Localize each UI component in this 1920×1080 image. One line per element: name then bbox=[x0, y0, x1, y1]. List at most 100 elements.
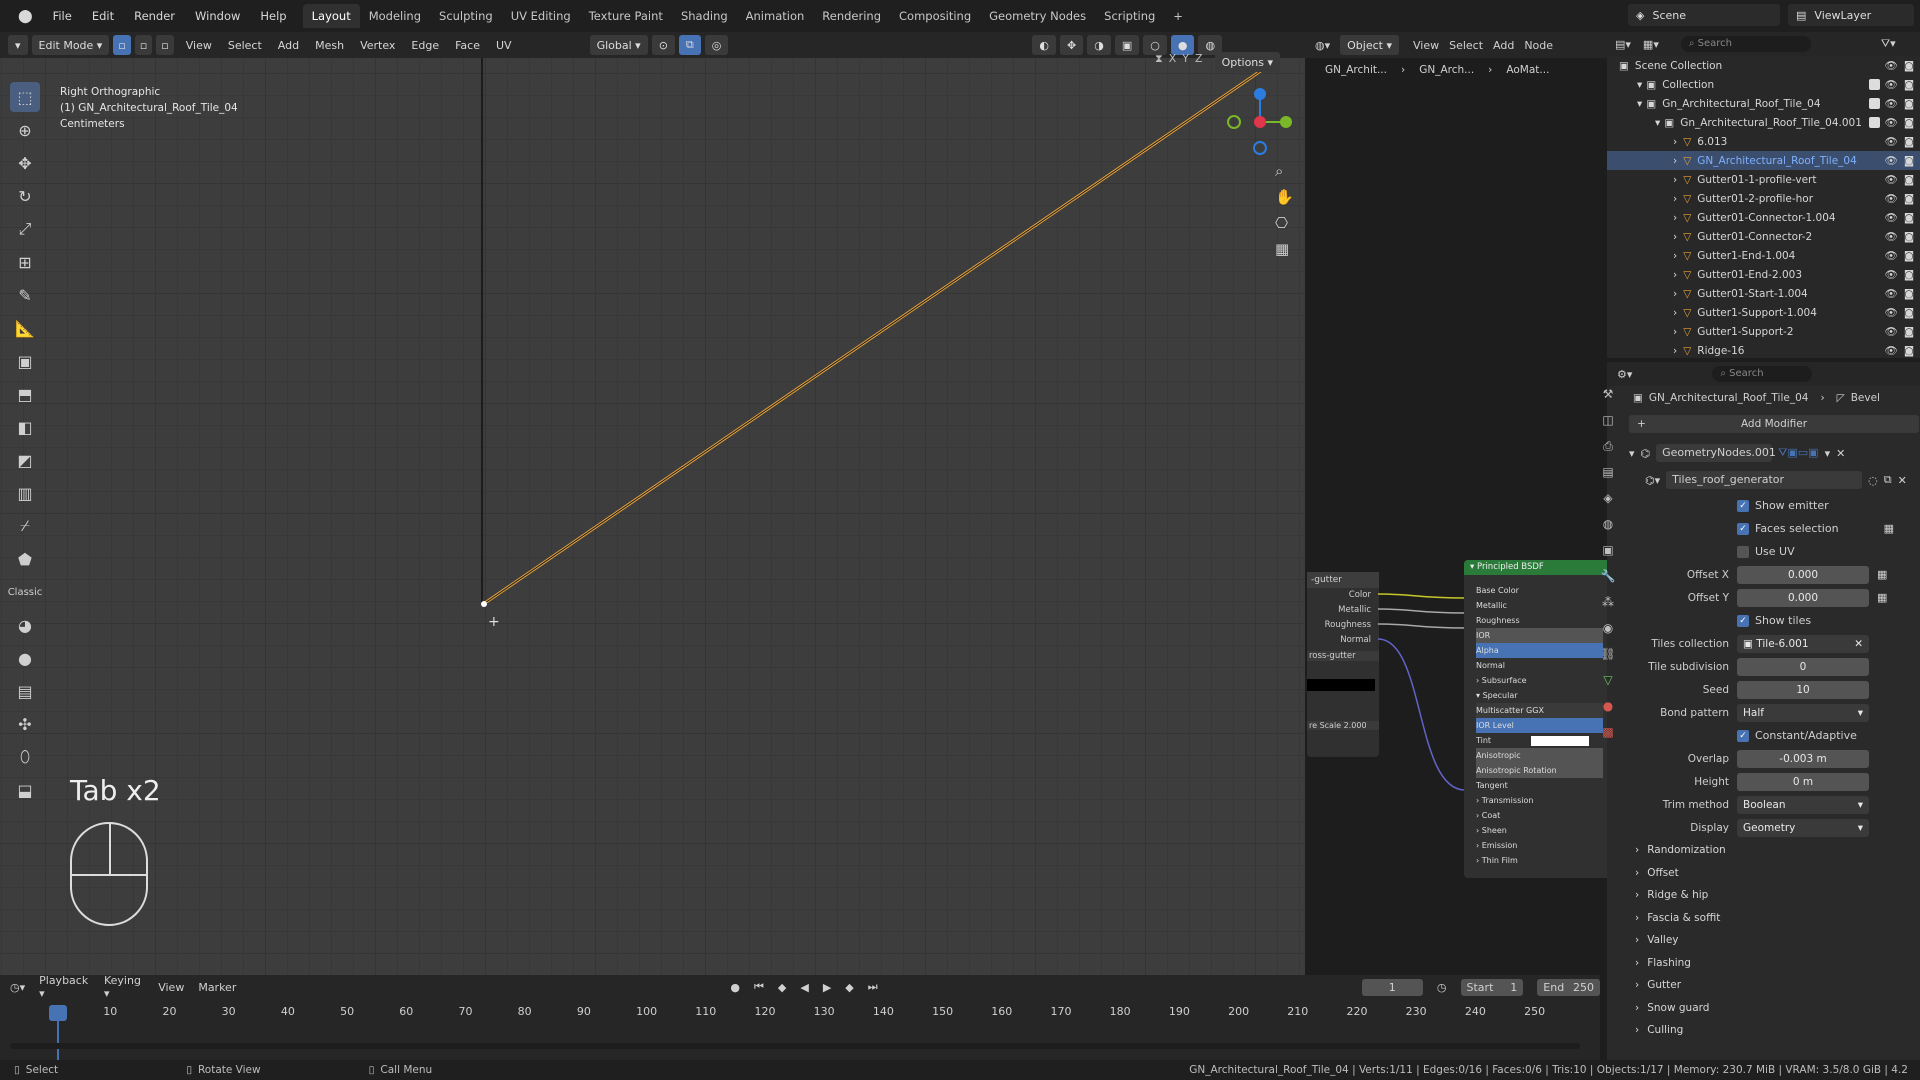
outliner-row[interactable]: ▾ ▣ Collection 👁 ◙ bbox=[1607, 75, 1920, 94]
render-camera-icon[interactable]: ◙ bbox=[1904, 269, 1914, 281]
panel-ridge-hip[interactable]: › Ridge & hip bbox=[1607, 884, 1920, 907]
tab-animation[interactable]: Animation bbox=[737, 4, 814, 28]
classic-tools-icon[interactable]: Classic bbox=[8, 577, 43, 607]
expand-icon[interactable]: ▾ bbox=[1637, 79, 1642, 91]
particles-tab-icon[interactable]: ⁂ bbox=[1600, 594, 1616, 610]
tab-texture-paint[interactable]: Texture Paint bbox=[580, 4, 672, 28]
tab-compositing[interactable]: Compositing bbox=[890, 4, 980, 28]
tool-tab-icon[interactable]: ⚒ bbox=[1600, 386, 1616, 402]
node-menu-select[interactable]: Select bbox=[1449, 39, 1483, 52]
menu-view[interactable]: View bbox=[178, 39, 220, 52]
current-frame-field[interactable]: 1 bbox=[1361, 978, 1423, 996]
blender-logo-icon[interactable]: ⬤ bbox=[8, 9, 43, 24]
bevel-tool-icon[interactable]: ◩ bbox=[10, 445, 40, 475]
bsdf-roughness[interactable]: Roughness bbox=[1476, 613, 1607, 628]
bsdf-coat[interactable]: › Coat bbox=[1476, 808, 1607, 823]
snap-icon[interactable]: ⧉ bbox=[678, 35, 701, 55]
overlay-icon[interactable]: ◑ bbox=[1087, 35, 1111, 55]
bsdf-transmission[interactable]: › Transmission bbox=[1476, 793, 1607, 808]
menu-vertex[interactable]: Vertex bbox=[352, 39, 403, 52]
exclude-checkbox-icon[interactable] bbox=[1869, 79, 1880, 90]
expand-icon[interactable]: › bbox=[1673, 212, 1677, 224]
zoom-icon[interactable]: ⌕ bbox=[1275, 162, 1294, 180]
menu-edge[interactable]: Edge bbox=[403, 39, 447, 52]
axis-neg-z-icon[interactable] bbox=[1253, 141, 1267, 155]
pivot-icon[interactable]: ⊙ bbox=[651, 35, 675, 55]
render-camera-icon[interactable]: ◙ bbox=[1904, 117, 1914, 129]
render-camera-icon[interactable]: ◙ bbox=[1904, 250, 1914, 262]
bsdf-tangent[interactable]: Tangent bbox=[1476, 778, 1607, 793]
bsdf-thin-film[interactable]: › Thin Film bbox=[1476, 853, 1607, 868]
render-camera-icon[interactable]: ◙ bbox=[1904, 155, 1914, 167]
tab-scripting[interactable]: Scripting bbox=[1095, 4, 1164, 28]
bsdf-anisotropic[interactable]: Anisotropic bbox=[1476, 748, 1603, 763]
visibility-eye-icon[interactable]: 👁 bbox=[1885, 154, 1898, 167]
panel-fascia-soffit[interactable]: › Fascia & soffit bbox=[1607, 907, 1920, 930]
node-tree-icon[interactable]: ⌬▾ bbox=[1645, 474, 1660, 487]
expand-icon[interactable]: › bbox=[1673, 231, 1677, 243]
offset-x-attr-icon[interactable]: ▦ bbox=[1877, 568, 1887, 581]
expand-icon[interactable]: ▾ bbox=[1637, 98, 1642, 110]
render-camera-icon[interactable]: ◙ bbox=[1904, 98, 1914, 110]
view-layer-selector[interactable]: ▤ ViewLayer bbox=[1788, 4, 1914, 26]
visibility-eye-icon[interactable]: 👁 bbox=[1885, 211, 1898, 224]
tab-geometry-nodes[interactable]: Geometry Nodes bbox=[980, 4, 1095, 28]
visibility-eye-icon[interactable]: 👁 bbox=[1885, 192, 1898, 205]
spin-tool-icon[interactable]: ◕ bbox=[10, 610, 40, 640]
tab-sculpting[interactable]: Sculpting bbox=[430, 4, 502, 28]
tab-uv-editing[interactable]: UV Editing bbox=[502, 4, 580, 28]
play-reverse-icon[interactable]: ◀ bbox=[800, 981, 808, 994]
node-group-field[interactable]: Tiles_roof_generator bbox=[1666, 471, 1863, 489]
next-keyframe-icon[interactable]: ◆ bbox=[845, 981, 853, 994]
breadcrumb-material[interactable]: AoMat... bbox=[1506, 64, 1549, 76]
end-frame-field[interactable]: End 250 bbox=[1537, 978, 1601, 996]
display-dropdown[interactable]: Geometry ▾ bbox=[1737, 818, 1869, 837]
bond-pattern-dropdown[interactable]: Half ▾ bbox=[1737, 703, 1869, 722]
axis-z-toggle[interactable]: Z bbox=[1195, 52, 1203, 72]
principled-bsdf-node[interactable]: ▾ Principled BSDF Base Color Metallic Ro… bbox=[1464, 560, 1607, 878]
visibility-eye-icon[interactable]: 👁 bbox=[1885, 230, 1898, 243]
menu-file[interactable]: File bbox=[43, 9, 82, 23]
render-camera-icon[interactable]: ◙ bbox=[1904, 231, 1914, 243]
render-camera-icon[interactable]: ◙ bbox=[1904, 174, 1914, 186]
bsdf-normal[interactable]: Normal bbox=[1476, 658, 1607, 673]
render-camera-icon[interactable]: ◙ bbox=[1904, 193, 1914, 205]
outliner-search-input[interactable]: ⌕ Search bbox=[1680, 36, 1811, 52]
rip-tool-icon[interactable]: ⬓ bbox=[10, 775, 40, 805]
outliner-row[interactable]: › ▽ 6.013 👁 ◙ bbox=[1607, 132, 1920, 151]
timeline-menu-view[interactable]: View bbox=[158, 981, 184, 994]
outliner-row[interactable]: ▣ Scene Collection 👁 ◙ bbox=[1607, 56, 1920, 75]
properties-search-input[interactable]: ⌕ Search bbox=[1712, 366, 1813, 382]
outliner-row[interactable]: › ▽ Gutter01-Connector-1.004 👁 ◙ bbox=[1607, 208, 1920, 227]
select-box-tool-icon[interactable]: ⬚ bbox=[10, 82, 40, 112]
menu-uv[interactable]: UV bbox=[488, 39, 520, 52]
panel-randomization[interactable]: › Randomization bbox=[1607, 839, 1920, 862]
menu-select[interactable]: Select bbox=[220, 39, 270, 52]
expand-icon[interactable]: › bbox=[1673, 174, 1677, 186]
modifier-toggle-icons[interactable]: ⛛▣▭▣ bbox=[1778, 446, 1818, 460]
axis-y-toggle[interactable]: Y bbox=[1182, 52, 1189, 72]
bsdf-ior[interactable]: IOR bbox=[1476, 628, 1603, 643]
world-tab-icon[interactable]: ◍ bbox=[1600, 516, 1616, 532]
outliner-row[interactable]: › ▽ Gutter01-End-2.003 👁 ◙ bbox=[1607, 265, 1920, 284]
axis-y-icon[interactable] bbox=[1280, 116, 1292, 128]
timeline-scrollbar[interactable] bbox=[10, 1043, 1580, 1049]
render-camera-icon[interactable]: ◙ bbox=[1904, 60, 1914, 72]
data-tab-icon[interactable]: ▽ bbox=[1600, 672, 1616, 688]
edge-select-button[interactable]: ▫ bbox=[134, 35, 153, 55]
pan-hand-icon[interactable]: ✋ bbox=[1275, 188, 1294, 206]
auto-key-icon[interactable]: ● bbox=[730, 981, 740, 994]
filter-icon[interactable]: ⛛▾ bbox=[1881, 37, 1896, 51]
options-dropdown[interactable]: Options ▾ bbox=[1214, 52, 1281, 72]
timeline-editor-icon[interactable]: ◷▾ bbox=[10, 981, 25, 994]
offset-y-field[interactable]: 0.000 bbox=[1737, 588, 1869, 607]
visibility-eye-icon[interactable]: 👁 bbox=[1885, 97, 1898, 110]
material-tab-icon[interactable]: ● bbox=[1600, 698, 1616, 714]
object-dropdown[interactable]: Object ▾ bbox=[1340, 35, 1399, 55]
scene-selector[interactable]: ◈ Scene bbox=[1628, 4, 1780, 26]
tile-subdivision-field[interactable]: 0 bbox=[1737, 657, 1869, 676]
loop-cut-tool-icon[interactable]: ▥ bbox=[10, 478, 40, 508]
editor-type-button[interactable]: ▾ bbox=[8, 35, 28, 55]
playhead[interactable] bbox=[49, 1005, 67, 1021]
bsdf-tint[interactable]: Tint bbox=[1476, 733, 1607, 748]
